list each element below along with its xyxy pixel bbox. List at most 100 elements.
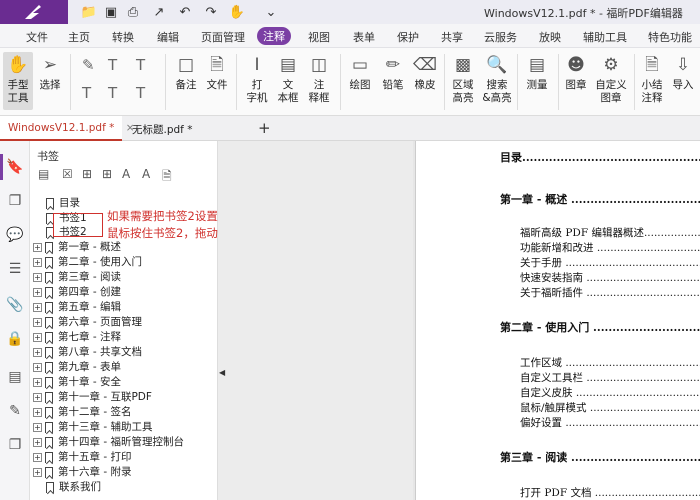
toc-entry[interactable]: 工作区域 ...................................… [520, 355, 700, 370]
drawing-button[interactable]: ▭ 绘图 [345, 54, 375, 92]
bookmark-item[interactable]: + 第二章 - 使用入门 [33, 255, 142, 270]
menu-view[interactable]: 视图 [308, 29, 330, 45]
insert-text-icon[interactable]: T [136, 84, 145, 102]
expand-icon[interactable]: + [33, 407, 42, 417]
decrease-font-icon[interactable]: A [142, 167, 150, 181]
tab-untitled[interactable]: 无标题.pdf * [124, 116, 244, 141]
delete-bookmark-icon[interactable]: ☒ [62, 167, 73, 181]
bookmark-item[interactable]: + 第十三章 - 辅助工具 [33, 420, 152, 435]
toc-chapter-heading[interactable]: 第一章 - 概述 ...............................… [500, 191, 700, 207]
expand-icon[interactable]: + [33, 347, 42, 357]
toc-entry[interactable]: 快速安装指南 .................................… [520, 270, 700, 285]
measure-button[interactable]: ▤ 测量 [522, 54, 552, 92]
undo-icon[interactable]: ↶ [176, 3, 194, 21]
pages-panel-icon[interactable]: ❐ [6, 193, 24, 211]
select-button[interactable]: ➢ 选择 [36, 54, 64, 92]
toc-chapter-heading[interactable]: 目录......................................… [500, 149, 700, 165]
menu-cloud[interactable]: 云服务 [484, 29, 517, 45]
toc-entry[interactable]: 鼠标/触屏模式 ................................… [520, 400, 700, 415]
toc-entry[interactable]: 关于手册 ...................................… [520, 255, 700, 270]
callout-button[interactable]: ◫ 注 释框 [305, 54, 333, 105]
toc-entry[interactable]: 自定义工具栏 .................................… [520, 370, 700, 385]
menu-home[interactable]: 主页 [68, 29, 90, 45]
expand-icon[interactable]: + [33, 257, 42, 267]
typewriter-button[interactable]: I 打 字机 [243, 54, 271, 105]
bookmark-item[interactable]: + 第十章 - 安全 [33, 375, 121, 390]
bookmark-item[interactable]: + 第三章 - 阅读 [33, 270, 121, 285]
save-icon[interactable]: ▣ [102, 3, 120, 21]
summary-button[interactable]: 🗎 小结 注释 [637, 54, 667, 105]
redo-icon[interactable]: ↷ [202, 3, 220, 21]
bookmark-item[interactable]: + 第六章 - 页面管理 [33, 315, 142, 330]
toc-entry[interactable]: 自定义皮肤 ..................................… [520, 385, 700, 400]
layers-panel-icon[interactable]: ☰ [6, 261, 24, 279]
toc-entry[interactable]: 福昕高级 PDF 编辑器概述......................... [520, 225, 700, 240]
expand-icon[interactable]: + [33, 362, 42, 372]
menu-form[interactable]: 表单 [353, 29, 375, 45]
bookmark-item[interactable]: + 第四章 - 创建 [33, 285, 121, 300]
signature-panel-icon[interactable]: ✎ [6, 403, 24, 421]
expand-icon[interactable]: + [33, 467, 42, 477]
file-attach-button[interactable]: 🗎 文件 [203, 54, 231, 92]
toc-chapter-heading[interactable]: 第三章 - 阅读 ...............................… [500, 449, 700, 465]
menu-convert[interactable]: 转换 [112, 29, 134, 45]
import-button[interactable]: ⇩ 导入 [670, 54, 696, 92]
comments-panel-icon[interactable]: 💬 [6, 227, 24, 245]
pencil-button[interactable]: ✏ 铅笔 [378, 54, 408, 92]
expand-icon[interactable]: + [33, 392, 42, 402]
menu-file[interactable]: 文件 [26, 29, 48, 45]
bookmark-item[interactable]: + 第九章 - 表单 [33, 360, 121, 375]
bookmark-item[interactable]: + 第十五章 - 打印 [33, 450, 131, 465]
expand-icon[interactable]: + [33, 272, 42, 282]
increase-font-icon[interactable]: A [122, 167, 130, 181]
toc-entry[interactable]: 打开 PDF 文档 ..............................… [520, 485, 700, 500]
expand-icon[interactable]: + [33, 242, 42, 252]
hand-tool-icon[interactable]: ✋ [228, 3, 246, 21]
bookmark-item[interactable]: + 第一章 - 概述 [33, 240, 121, 255]
bookmark-item[interactable]: + 第十六章 - 附录 [33, 465, 131, 480]
menu-page-management[interactable]: 页面管理 [201, 29, 245, 45]
bookmark-item[interactable]: + 第十二章 - 签名 [33, 405, 131, 420]
replace-text-icon[interactable]: T [108, 84, 117, 102]
text-underline-icon[interactable]: T [108, 56, 117, 74]
textbox-button[interactable]: ▤ 文 本框 [274, 54, 302, 105]
bookmark-panel-icon[interactable]: 🔖 [6, 159, 24, 177]
area-highlight-button[interactable]: ▩ 区域 高亮 [448, 54, 478, 105]
bookmark-item[interactable]: 目录 [46, 196, 80, 211]
menu-accessibility[interactable]: 辅助工具 [583, 29, 627, 45]
toc-entry[interactable]: 功能新增和改进 ................................… [520, 240, 700, 255]
highlight-icon[interactable]: ✎ [82, 56, 95, 74]
menu-features[interactable]: 特色功能 [648, 29, 692, 45]
add-child-bookmark-icon[interactable]: ⊞ [102, 167, 112, 181]
bookmark-item[interactable]: + 第五章 - 编辑 [33, 300, 121, 315]
export-bookmark-icon[interactable]: 🗎 [162, 167, 172, 188]
attachments-panel-icon[interactable]: 📎 [6, 297, 24, 315]
open-folder-icon[interactable]: 📁 [80, 3, 98, 21]
content-panel-icon[interactable]: ❐ [6, 437, 24, 455]
expand-icon[interactable]: + [33, 377, 42, 387]
dropdown-chevron-icon[interactable]: ⌄ [262, 3, 280, 21]
hand-tool-button[interactable]: ✋ 手型 工具 [3, 52, 33, 110]
stamp-button[interactable]: ☻ 图章 [561, 54, 591, 92]
toc-entry[interactable]: 偏好设置 ...................................… [520, 415, 700, 430]
bookmark-item[interactable]: + 第十四章 - 福昕管理控制台 [33, 435, 184, 450]
collapse-panel-arrow-icon[interactable]: ◀ [219, 368, 225, 377]
expand-icon[interactable]: + [33, 317, 42, 327]
note-button[interactable]: □ 备注 [172, 54, 200, 92]
menu-edit[interactable]: 编辑 [157, 29, 179, 45]
expand-icon[interactable]: + [33, 437, 42, 447]
bookmark-item[interactable]: + 第七章 - 注释 [33, 330, 121, 345]
toc-entry[interactable]: 关于福昕插件 .................................… [520, 285, 700, 300]
text-strikethrough-icon[interactable]: T [136, 56, 145, 74]
menu-protect[interactable]: 保护 [397, 29, 419, 45]
expand-icon[interactable]: + [33, 452, 42, 462]
security-panel-icon[interactable]: 🔒 [6, 331, 24, 349]
menu-slideshow[interactable]: 放映 [539, 29, 561, 45]
bookmark-item[interactable]: 联系我们 [46, 480, 101, 495]
print-icon[interactable]: ⎙ [124, 3, 142, 21]
eraser-button[interactable]: ⌫ 橡皮 [410, 54, 440, 92]
new-tab-plus-icon[interactable]: + [258, 119, 271, 137]
bookmark-options-icon[interactable]: ▤ [38, 167, 49, 181]
toc-chapter-heading[interactable]: 第二章 - 使用入门 .............................… [500, 319, 700, 335]
expand-icon[interactable]: + [33, 422, 42, 432]
